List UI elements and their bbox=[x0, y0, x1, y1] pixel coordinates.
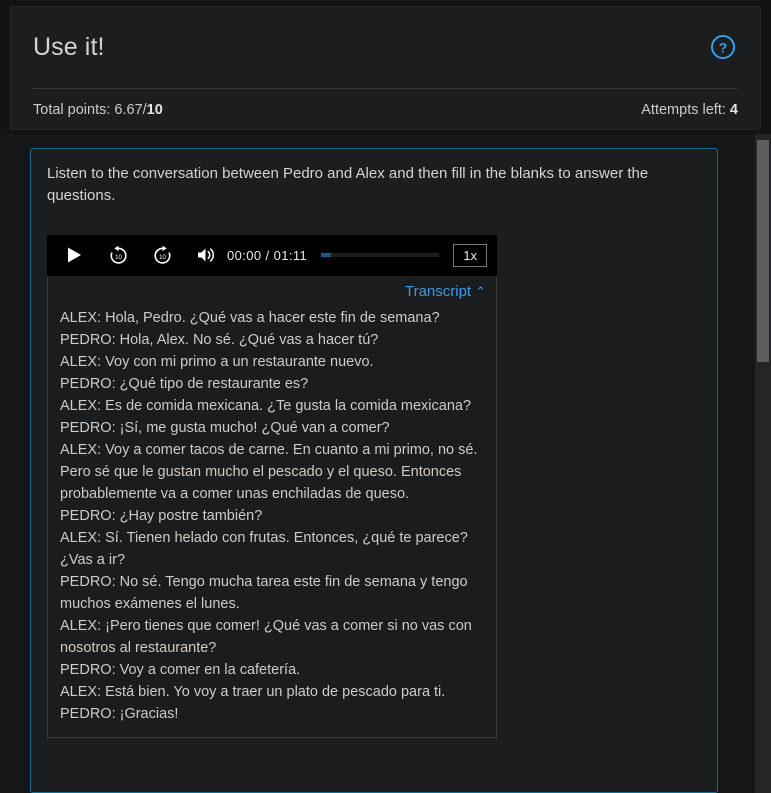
attempts-left: Attempts left: 4 bbox=[641, 102, 738, 118]
transcript-line: PEDRO: ¿Qué tipo de restaurante es? bbox=[60, 375, 309, 392]
header-status-row: Total points: 6.67/10 Attempts left: 4 bbox=[11, 89, 760, 130]
volume-button[interactable] bbox=[191, 240, 221, 270]
total-points: Total points: 6.67/10 bbox=[33, 102, 163, 118]
audio-player: 10 10 00:00 / 01:11 1x bbox=[47, 234, 497, 276]
chevron-up-icon: ⌃ bbox=[475, 283, 486, 299]
app-root: Use it! ? Total points: 6.67/10 Attempts… bbox=[0, 0, 771, 793]
playback-speed-button[interactable]: 1x bbox=[453, 243, 487, 267]
svg-text:10: 10 bbox=[159, 253, 166, 260]
forward-10-icon: 10 bbox=[153, 245, 171, 264]
main-scrollbar-track[interactable] bbox=[755, 134, 771, 793]
svg-text:?: ? bbox=[719, 40, 728, 56]
transcript-box: Transcript ⌃ ALEX: Hola, Pedro. ¿Qué vas … bbox=[47, 275, 497, 739]
attempts-left-label: Attempts left: bbox=[641, 101, 730, 118]
total-points-max: 10 bbox=[146, 101, 163, 118]
transcript-line: ALEX: Sí. Tienen helado con frutas. Ento… bbox=[60, 529, 468, 568]
question-circle-icon-svg: ? bbox=[711, 35, 735, 59]
transcript-line: PEDRO: No sé. Tengo mucha tarea este fin… bbox=[60, 573, 468, 612]
transcript-line: ALEX: ¡Pero tienes que comer! ¿Qué vas a… bbox=[60, 617, 472, 656]
transcript-line: ALEX: Es de comida mexicana. ¿Te gusta l… bbox=[60, 397, 472, 414]
attempts-left-value: 4 bbox=[729, 101, 738, 118]
transcript-line: PEDRO: ¿Hay postre también? bbox=[60, 507, 263, 524]
main-scroll-region: Listen to the conversation between Pedro… bbox=[0, 134, 771, 793]
audio-progress-fill bbox=[321, 253, 331, 257]
transcript-toggle-row: Transcript ⌃ bbox=[60, 283, 486, 301]
header-top-row: Use it! ? bbox=[11, 7, 760, 87]
rewind-10-button[interactable]: 10 bbox=[103, 240, 133, 270]
play-icon bbox=[68, 247, 81, 263]
transcript-toggle-label: Transcript bbox=[404, 282, 472, 300]
transcript-line: PEDRO: Hola, Alex. No sé. ¿Qué vas a hac… bbox=[60, 331, 379, 348]
question-circle-icon[interactable]: ? bbox=[708, 32, 738, 62]
transcript-line: ALEX: Voy a comer tacos de carne. En cua… bbox=[60, 441, 478, 502]
transcript-toggle-button[interactable]: Transcript ⌃ bbox=[405, 283, 486, 300]
audio-time-display: 00:00 / 01:11 bbox=[227, 247, 308, 263]
rewind-10-icon: 10 bbox=[109, 245, 127, 264]
header-card: Use it! ? Total points: 6.67/10 Attempts… bbox=[10, 6, 761, 130]
transcript-line: ALEX: Hola, Pedro. ¿Qué vas a hacer este… bbox=[60, 309, 440, 326]
transcript-lines: ALEX: Hola, Pedro. ¿Qué vas a hacer este… bbox=[60, 307, 486, 726]
transcript-line: ALEX: Voy con mi primo a un restaurante … bbox=[60, 353, 374, 370]
audio-progress-bar[interactable] bbox=[321, 253, 440, 257]
volume-icon bbox=[198, 248, 215, 262]
instructions-text: Listen to the conversation between Pedro… bbox=[47, 165, 649, 204]
total-points-label: Total points: 6.67/ bbox=[33, 101, 147, 118]
exercise-panel: Listen to the conversation between Pedro… bbox=[30, 148, 718, 793]
transcript-line: PEDRO: ¡Gracias! bbox=[60, 706, 179, 723]
forward-10-button[interactable]: 10 bbox=[147, 240, 177, 270]
audio-widget: 10 10 00:00 / 01:11 1x Transcript ⌃ ALEX… bbox=[47, 234, 497, 739]
transcript-line: PEDRO: Voy a comer en la cafetería. bbox=[60, 662, 301, 678]
main-scrollbar-thumb[interactable] bbox=[757, 140, 769, 362]
page-title: Use it! bbox=[33, 32, 105, 61]
svg-text:10: 10 bbox=[115, 253, 122, 260]
transcript-line: PEDRO: ¡Sí, me gusta mucho! ¿Qué van a c… bbox=[60, 419, 390, 436]
play-button[interactable] bbox=[59, 240, 89, 270]
transcript-line: ALEX: Está bien. Yo voy a traer un plato… bbox=[60, 684, 446, 701]
